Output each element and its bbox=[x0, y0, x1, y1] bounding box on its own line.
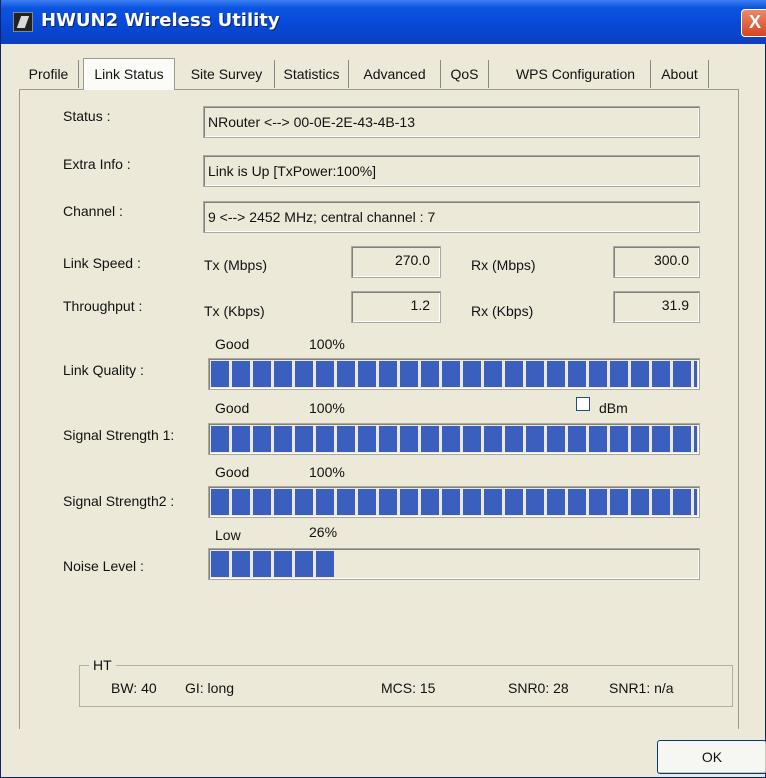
link-speed-label: Link Speed : bbox=[63, 255, 141, 271]
signal-strength-2-percent: 100% bbox=[309, 464, 345, 480]
throughput-rx-label: Rx (Kbps) bbox=[471, 303, 534, 319]
status-label: Status : bbox=[63, 108, 111, 124]
throughput-rx-value: 31.9 bbox=[613, 291, 700, 323]
signal-strength-2-bar bbox=[208, 486, 700, 518]
extra-info-label: Extra Info : bbox=[63, 156, 131, 172]
link-quality-rating: Good bbox=[215, 336, 250, 352]
window-title: HWUN2 Wireless Utility bbox=[41, 10, 280, 31]
throughput-tx-value: 1.2 bbox=[351, 291, 441, 323]
tab-site-survey[interactable]: Site Survey bbox=[179, 60, 275, 88]
tab-link-status[interactable]: Link Status bbox=[83, 58, 175, 90]
wireless-utility-window: HWUN2 Wireless Utility X Profile Link St… bbox=[0, 0, 766, 778]
extra-info-field: Link is Up [TxPower:100%] bbox=[203, 155, 700, 187]
ht-mcs: MCS: 15 bbox=[381, 680, 436, 696]
app-icon bbox=[13, 12, 33, 32]
link-quality-percent: 100% bbox=[309, 336, 345, 352]
noise-level-percent: 26% bbox=[309, 524, 338, 540]
ok-button[interactable]: OK bbox=[657, 740, 766, 774]
throughput-tx-label: Tx (Kbps) bbox=[204, 303, 265, 319]
tab-statistics[interactable]: Statistics bbox=[275, 60, 349, 88]
noise-level-label: Noise Level : bbox=[63, 558, 144, 574]
signal-strength-1-bar-fill bbox=[211, 426, 697, 452]
signal-strength-1-label: Signal Strength 1: bbox=[63, 427, 175, 443]
close-button[interactable]: X bbox=[741, 9, 766, 37]
ht-gi: GI: long bbox=[185, 680, 235, 696]
tab-about[interactable]: About bbox=[651, 60, 709, 88]
link-quality-bar-fill bbox=[211, 361, 697, 387]
tab-qos[interactable]: QoS bbox=[441, 60, 489, 88]
signal-strength-2-label: Signal Strength2 : bbox=[63, 493, 175, 509]
channel-field: 9 <--> 2452 MHz; central channel : 7 bbox=[203, 201, 700, 233]
dbm-label: dBm bbox=[599, 400, 628, 416]
status-field: NRouter <--> 00-0E-2E-43-4B-13 bbox=[203, 106, 700, 138]
signal-strength-2-rating: Good bbox=[215, 464, 250, 480]
link-quality-label: Link Quality : bbox=[63, 362, 144, 378]
noise-level-bar bbox=[208, 548, 700, 580]
throughput-label: Throughput : bbox=[63, 298, 143, 314]
tab-profile[interactable]: Profile bbox=[19, 60, 79, 88]
ht-snr1: SNR1: n/a bbox=[609, 680, 674, 696]
ht-group-title: HT bbox=[89, 657, 116, 673]
title-bar[interactable]: HWUN2 Wireless Utility X bbox=[1, 0, 766, 44]
ht-snr0: SNR0: 28 bbox=[508, 680, 569, 696]
tab-advanced[interactable]: Advanced bbox=[349, 60, 441, 88]
channel-label: Channel : bbox=[63, 203, 123, 219]
signal-strength-1-rating: Good bbox=[215, 400, 250, 416]
noise-level-bar-fill bbox=[211, 551, 337, 577]
noise-level-rating: Low bbox=[215, 527, 241, 543]
signal-strength-2-bar-fill bbox=[211, 489, 697, 515]
link-speed-rx-label: Rx (Mbps) bbox=[471, 257, 536, 273]
signal-strength-1-bar bbox=[208, 423, 700, 455]
link-speed-tx-value: 270.0 bbox=[351, 246, 441, 278]
link-speed-rx-value: 300.0 bbox=[613, 246, 700, 278]
dbm-checkbox[interactable] bbox=[576, 397, 590, 411]
signal-strength-1-percent: 100% bbox=[309, 400, 345, 416]
tab-wps-configuration[interactable]: WPS Configuration bbox=[501, 60, 651, 88]
link-speed-tx-label: Tx (Mbps) bbox=[204, 257, 267, 273]
ht-bw: BW: 40 bbox=[111, 680, 157, 696]
link-quality-bar bbox=[208, 358, 700, 390]
